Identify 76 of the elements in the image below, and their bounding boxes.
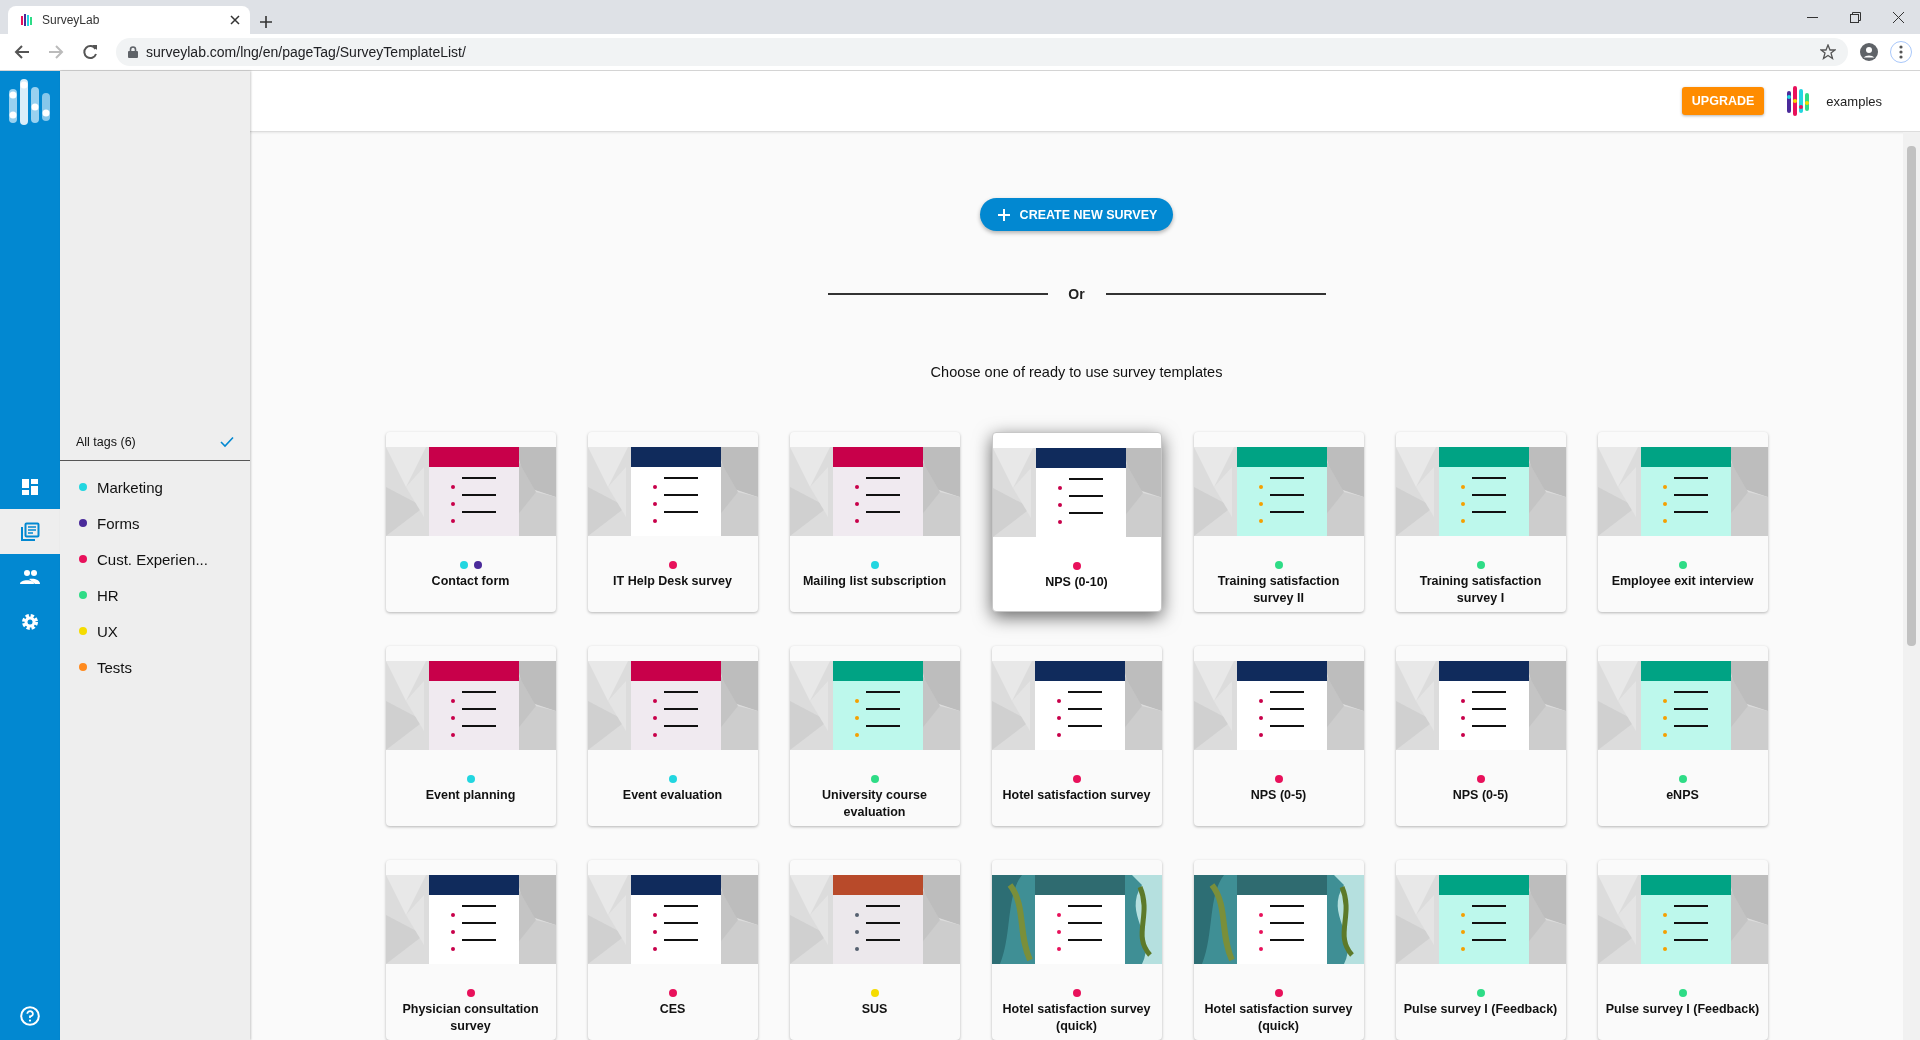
dashboard-icon	[20, 476, 40, 497]
template-card[interactable]: Event evaluation	[587, 646, 758, 826]
template-card[interactable]: Pulse survey I (Feedback)	[1597, 860, 1768, 1040]
template-title: NPS (0-10)	[1044, 574, 1109, 591]
template-title: Training satisfaction survey I	[1418, 573, 1543, 607]
template-card[interactable]: NPS (0-5)	[1193, 646, 1364, 826]
tag-item[interactable]: Forms	[97, 514, 140, 532]
all-tags-label[interactable]: All tags (6)	[76, 434, 136, 449]
template-card[interactable]: Employee exit interview	[1597, 432, 1768, 612]
template-card[interactable]: Training satisfaction survey II	[1193, 432, 1364, 612]
tag-item[interactable]: UX	[97, 622, 118, 640]
plus-icon	[997, 208, 1010, 221]
template-title: Event evaluation	[621, 787, 724, 804]
checkmark-icon[interactable]	[220, 435, 234, 448]
documents-icon	[20, 521, 40, 542]
templates-prompt: Choose one of ready to use survey templates	[930, 364, 1223, 380]
template-card[interactable]: SUS	[789, 860, 960, 1040]
template-title: Mailing list subscription	[801, 573, 948, 590]
template-card[interactable]: Event planning	[385, 646, 556, 826]
template-card[interactable]: CES	[587, 860, 758, 1040]
template-title: University course evaluation	[821, 787, 928, 821]
star-icon[interactable]	[1820, 44, 1836, 60]
template-card[interactable]: Pulse survey I (Feedback)	[1395, 860, 1566, 1040]
template-card[interactable]: Hotel satisfaction survey	[991, 646, 1162, 826]
lock-icon	[128, 46, 138, 58]
template-title: NPS (0-5)	[1249, 787, 1308, 804]
template-card[interactable]: Contact form	[385, 432, 556, 612]
template-card[interactable]: Physician consultation survey	[385, 860, 556, 1040]
template-title: Hotel satisfaction survey	[1001, 787, 1152, 804]
plus-icon[interactable]	[260, 16, 272, 28]
template-card[interactable]: Mailing list subscription	[789, 432, 960, 612]
template-title: Training satisfaction survey II	[1216, 573, 1341, 607]
close-icon[interactable]	[1893, 11, 1904, 23]
account-name[interactable]: examples	[1826, 93, 1882, 109]
template-title: Physician consultation survey	[401, 1001, 540, 1035]
template-card[interactable]: Hotel satisfaction survey (quick)	[1193, 860, 1364, 1040]
tag-item[interactable]: Cust. Experien...	[97, 550, 208, 568]
tag-item[interactable]: HR	[97, 586, 119, 604]
template-card[interactable]: eNPS	[1597, 646, 1768, 826]
or-label: Or	[1067, 286, 1086, 302]
template-title: Pulse survey I (Feedback)	[1402, 1001, 1559, 1018]
tag-item[interactable]: Tests	[97, 658, 132, 676]
template-title: CES	[658, 1001, 687, 1018]
template-card[interactable]: NPS (0-5)	[1395, 646, 1566, 826]
browser-tab[interactable]: SurveyLab	[8, 6, 250, 34]
template-card[interactable]: IT Help Desk survey	[587, 432, 758, 612]
template-card[interactable]: Hotel satisfaction survey (quick)	[991, 860, 1162, 1040]
template-card[interactable]: NPS (0-10)	[991, 432, 1162, 612]
template-title: Event planning	[424, 787, 517, 804]
bars-logo-icon[interactable]	[1786, 85, 1811, 117]
help-icon[interactable]	[20, 1006, 40, 1026]
template-title: Pulse survey I (Feedback)	[1604, 1001, 1761, 1018]
address-bar[interactable]: surveylab.com/lng/en/pageTag/SurveyTemplateList/	[116, 38, 1848, 66]
template-title: Employee exit interview	[1610, 573, 1755, 590]
scrollbar[interactable]	[1903, 132, 1920, 1040]
template-title: NPS (0-5)	[1451, 787, 1510, 804]
settings-icon	[20, 611, 40, 632]
template-card[interactable]: University course evaluation	[789, 646, 960, 826]
template-title: Contact form	[430, 573, 511, 590]
template-title: Hotel satisfaction survey (quick)	[1001, 1001, 1152, 1035]
template-title: eNPS	[1665, 787, 1700, 804]
bars-logo-icon	[20, 13, 34, 27]
create-survey-button[interactable]: CREATE NEW SURVEY	[979, 198, 1174, 231]
tab-title: SurveyLab	[42, 13, 101, 27]
template-title: IT Help Desk survey	[612, 573, 733, 590]
tag-item[interactable]: Marketing	[97, 478, 163, 496]
close-icon[interactable]	[230, 15, 240, 25]
template-title: Hotel satisfaction survey (quick)	[1203, 1001, 1354, 1035]
menu-icon[interactable]	[1890, 41, 1912, 63]
restore-icon[interactable]	[1850, 11, 1861, 23]
nav-item[interactable]	[0, 509, 60, 554]
template-title: SUS	[860, 1001, 889, 1018]
account-icon[interactable]	[1860, 43, 1878, 61]
back-arrow-icon[interactable]	[14, 44, 30, 60]
template-card[interactable]: Training satisfaction survey I	[1395, 432, 1566, 612]
reload-icon[interactable]	[82, 44, 98, 60]
